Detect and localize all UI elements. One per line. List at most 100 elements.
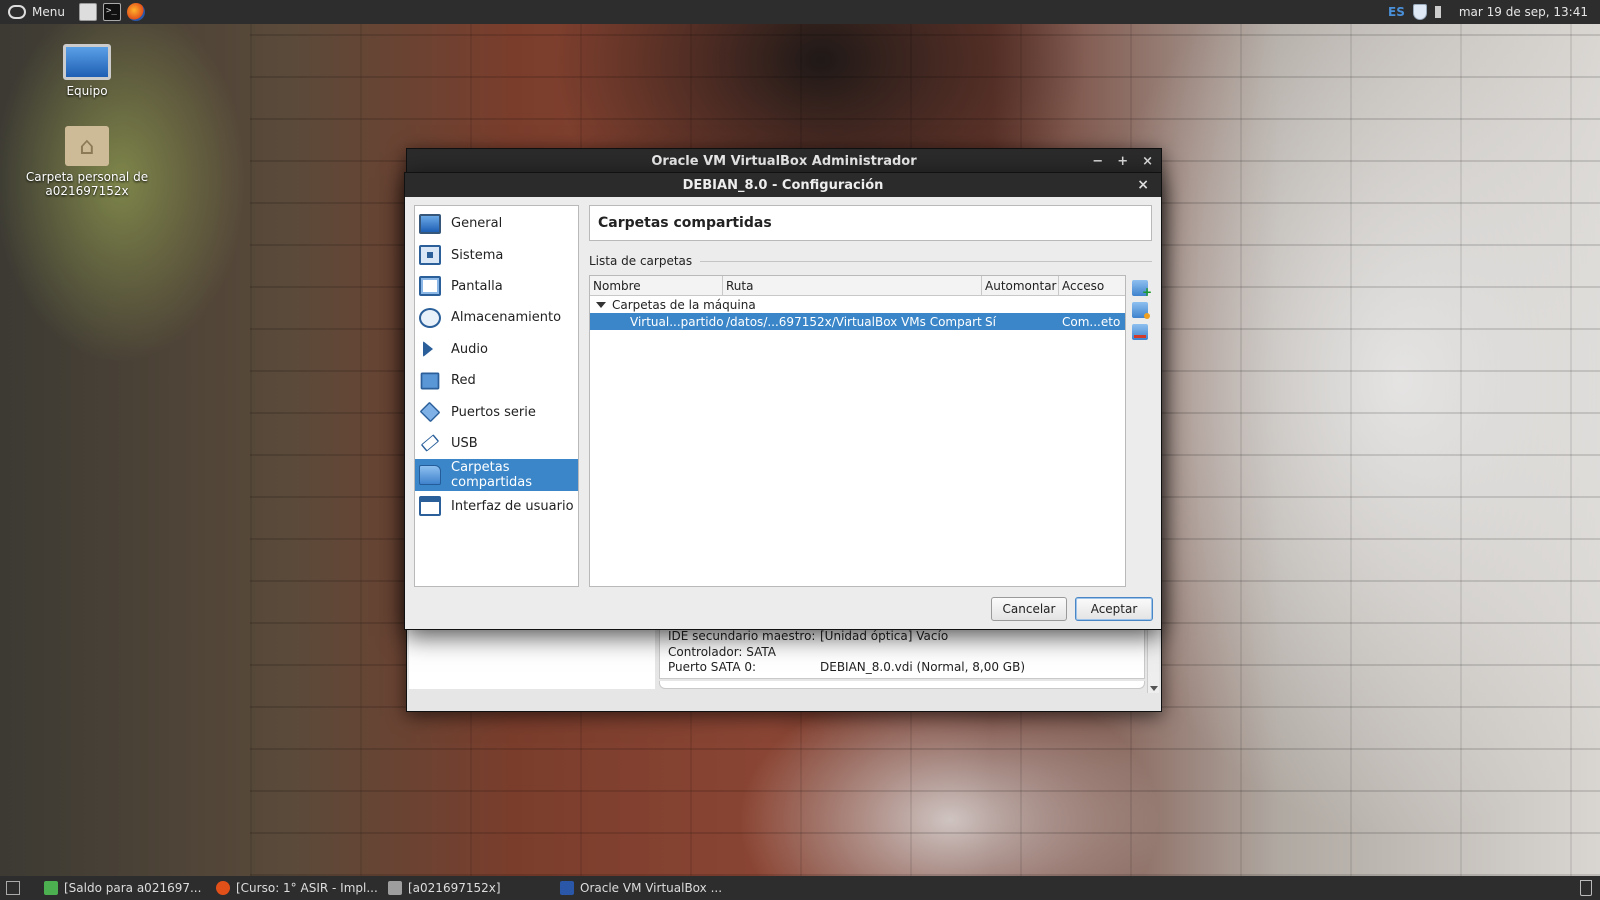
terminal-launcher-icon[interactable]: >_ [102, 3, 121, 21]
close-icon[interactable]: × [1142, 154, 1153, 169]
monitor-icon [419, 213, 441, 234]
nav-item-general[interactable]: General [415, 208, 578, 239]
computer-icon [63, 44, 111, 80]
taskbar-item[interactable]: Oracle VM VirtualBox ... [550, 876, 722, 900]
column-header-ruta[interactable]: Ruta [723, 276, 982, 295]
settings-nav: General Sistema Pantalla Almacenamiento … [414, 205, 579, 587]
taskbar-item[interactable]: [Curso: 1° ASIR - Impl... [206, 876, 378, 900]
expand-triangle-icon[interactable] [596, 301, 606, 308]
cell-automontar: Sí [985, 314, 996, 329]
show-desktop-icon[interactable] [6, 881, 20, 895]
desktop-icon-home[interactable]: Carpeta personal de a021697152x [22, 126, 152, 198]
chip-icon [419, 245, 441, 266]
machine-folders-group-row[interactable]: Carpetas de la máquina [590, 296, 1125, 313]
detail-row: IDE secundario maestro: [Unidad óptica] … [668, 629, 1136, 645]
cell-ruta: /datos/...697152x/VirtualBox VMs Compart… [726, 314, 982, 329]
speaker-icon [423, 341, 433, 358]
dialog-titlebar[interactable]: DEBIAN_8.0 - Configuración × [405, 173, 1161, 197]
taskbar-item[interactable]: [Saldo para a021697... [34, 876, 206, 900]
table-header: Nombre Ruta Automontar Acceso [590, 276, 1125, 296]
volume-icon[interactable] [1434, 6, 1451, 18]
folder-icon [388, 881, 402, 895]
column-header-automontar[interactable]: Automontar [982, 276, 1059, 295]
nav-item-carpetas-compartidas[interactable]: Carpetas compartidas [415, 459, 578, 491]
bottom-panel: [Saldo para a021697... [Curso: 1° ASIR -… [0, 876, 1600, 900]
details-scrollbar[interactable] [1147, 627, 1159, 693]
nav-item-red[interactable]: Red [415, 365, 578, 396]
edit-shared-folder-icon[interactable] [1132, 302, 1150, 319]
detail-row: Controlador: SATA [668, 645, 1136, 661]
detail-key: Controlador: SATA [668, 644, 776, 659]
file-manager-launcher-icon[interactable] [78, 3, 97, 21]
firefox-icon [216, 881, 230, 895]
top-panel: Menu >_ ES mar 19 de sep, 13:41 [0, 0, 1600, 24]
keyboard-layout-indicator[interactable]: ES [1388, 5, 1405, 19]
vm-details-pane: IDE secundario maestro: [Unidad óptica] … [659, 627, 1145, 679]
trash-icon[interactable] [1580, 880, 1592, 896]
nav-item-audio[interactable]: Audio [415, 334, 578, 365]
nav-label: Interfaz de usuario [451, 498, 574, 514]
window-titlebar[interactable]: Oracle VM VirtualBox Administrador − + × [407, 149, 1161, 173]
nav-item-pantalla[interactable]: Pantalla [415, 271, 578, 302]
clock[interactable]: mar 19 de sep, 13:41 [1459, 5, 1588, 19]
table-row[interactable]: Virtual...partido /datos/...697152x/Virt… [590, 313, 1125, 330]
taskbar-item[interactable]: [a021697152x] [378, 876, 550, 900]
disk-icon [419, 307, 441, 328]
dialog-title: DEBIAN_8.0 - Configuración [682, 177, 884, 193]
nav-label: Puertos serie [451, 404, 536, 420]
shared-folders-table[interactable]: Nombre Ruta Automontar Acceso Carpetas d… [589, 275, 1126, 587]
nav-label: Audio [451, 341, 488, 357]
add-shared-folder-icon[interactable] [1132, 280, 1152, 299]
network-icon [420, 372, 440, 390]
nav-item-puertos-serie[interactable]: Puertos serie [415, 396, 578, 427]
spreadsheet-icon [44, 881, 58, 895]
taskbar-item-label: [Curso: 1° ASIR - Impl... [236, 881, 378, 895]
column-header-acceso[interactable]: Acceso [1059, 276, 1125, 295]
home-folder-icon [65, 126, 109, 166]
cell-nombre: Virtual...partido [630, 314, 723, 329]
nav-label: Pantalla [451, 278, 503, 294]
cancel-button[interactable]: Cancelar [991, 597, 1067, 621]
desktop-icon-equipo[interactable]: Equipo [22, 44, 152, 98]
folder-toolbar [1132, 280, 1152, 340]
desktop-icon-label: Carpeta personal de a021697152x [25, 170, 149, 198]
accept-button[interactable]: Aceptar [1075, 597, 1153, 621]
folder-list-label: Lista de carpetas [589, 253, 1152, 269]
nav-item-almacenamiento[interactable]: Almacenamiento [415, 302, 578, 333]
desktop-icon-label: Equipo [66, 84, 108, 98]
firefox-launcher-icon[interactable] [126, 3, 145, 21]
shared-folder-icon [419, 464, 441, 485]
taskbar-item-label: [Saldo para a021697... [64, 881, 202, 895]
detail-value: DEBIAN_8.0.vdi (Normal, 8,00 GB) [820, 660, 1026, 674]
column-header-nombre[interactable]: Nombre [590, 276, 723, 295]
close-icon[interactable]: × [1137, 173, 1149, 197]
vm-list-pane[interactable] [409, 627, 655, 689]
taskbar-item-label: Oracle VM VirtualBox ... [580, 881, 722, 895]
nav-item-sistema[interactable]: Sistema [415, 239, 578, 270]
detail-key: IDE secundario maestro: [668, 629, 816, 643]
group-row-label: Carpetas de la máquina [612, 297, 756, 312]
cell-acceso: Com...eto [1062, 314, 1121, 329]
nav-label: Almacenamiento [451, 310, 562, 326]
virtualbox-icon [560, 881, 574, 895]
maximize-icon[interactable]: + [1117, 154, 1128, 169]
manager-content-visible: IDE secundario maestro: [Unidad óptica] … [407, 627, 1161, 711]
system-tray: ES mar 19 de sep, 13:41 [1388, 4, 1600, 20]
section-title: Carpetas compartidas [589, 205, 1152, 241]
menu-button[interactable]: Menu [0, 0, 73, 24]
nav-label: Carpetas compartidas [451, 459, 533, 490]
remove-shared-folder-icon[interactable] [1132, 324, 1148, 340]
update-shield-icon[interactable] [1412, 4, 1427, 20]
nav-item-interfaz-usuario[interactable]: Interfaz de usuario [415, 491, 578, 522]
serial-port-icon [419, 401, 441, 423]
nav-label: Red [451, 373, 476, 389]
window-title: Oracle VM VirtualBox Administrador [651, 153, 917, 169]
minimize-icon[interactable]: − [1092, 154, 1103, 169]
detail-value: [Unidad óptica] Vacío [820, 629, 949, 643]
nav-item-usb[interactable]: USB [415, 428, 578, 459]
menu-label: Menu [32, 5, 65, 19]
nav-label: USB [451, 435, 478, 451]
scroll-down-icon[interactable] [1150, 686, 1158, 691]
detail-key: Puerto SATA 0: [668, 660, 757, 674]
mint-logo-icon [8, 5, 26, 19]
